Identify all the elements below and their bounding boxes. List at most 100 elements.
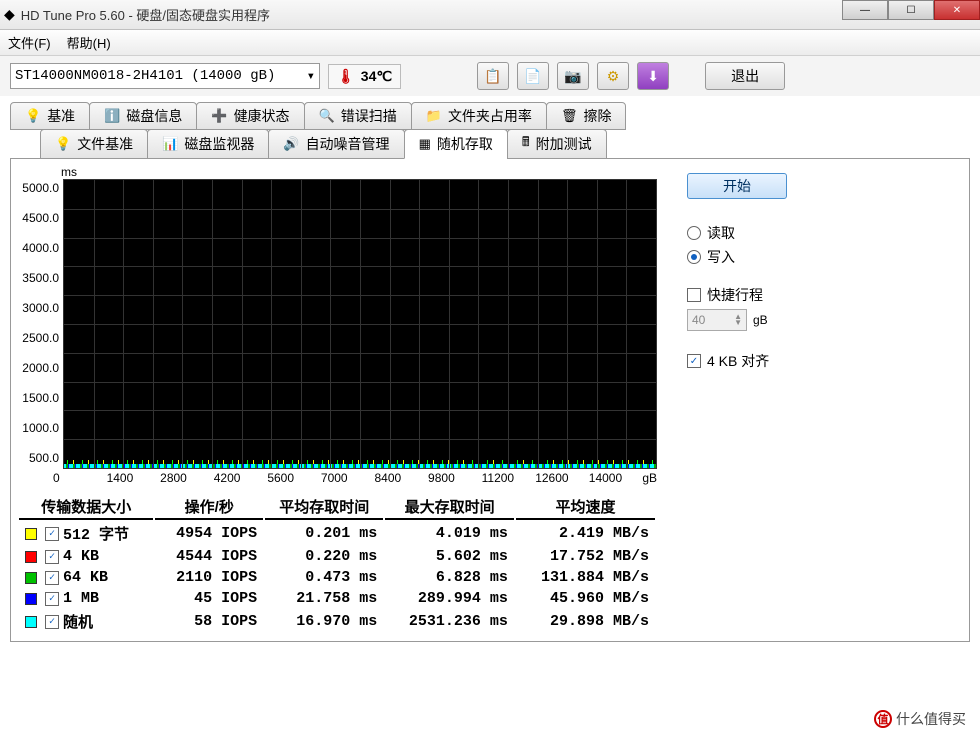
cell-avg: 16.970 ms [265, 610, 383, 633]
spinner-arrows-icon: ▲▼ [734, 314, 742, 326]
cell-max: 2531.236 ms [385, 610, 514, 633]
table-row: ✓4 KB4544 IOPS0.220 ms5.602 ms17.752 MB/… [19, 547, 655, 566]
cell-max: 289.994 ms [385, 589, 514, 608]
table-header: 最大存取时间 [385, 495, 514, 520]
tab-row-1: 💡基准ℹ️磁盘信息➕健康状态🔍错误扫描📁文件夹占用率🗑擦除 [10, 102, 970, 130]
tab-随机存取[interactable]: ▦随机存取 [404, 129, 508, 159]
y-tick: 500.0 [29, 451, 59, 465]
watermark-icon: 值 [874, 710, 892, 728]
drive-select[interactable]: ST14000NM0018-2H4101 (14000 gB) ▾ [10, 63, 320, 89]
tab-label: 附加测试 [536, 134, 592, 154]
tab-健康状态[interactable]: ➕健康状态 [196, 102, 304, 130]
radio-read-label: 读取 [707, 223, 735, 243]
chart-y-axis: 5000.04500.04000.03500.03000.02500.02000… [17, 179, 63, 469]
chart-plot [63, 179, 657, 469]
x-tick: 11200 [482, 471, 536, 485]
tab-磁盘监视器[interactable]: 📊磁盘监视器 [147, 129, 269, 159]
chart-canvas: 5000.04500.04000.03500.03000.02500.02000… [17, 179, 657, 469]
tab-panel-random-access: ms 5000.04500.04000.03500.03000.02500.02… [10, 158, 970, 642]
chart-y-unit: ms [17, 165, 657, 179]
row-label: 64 KB [63, 569, 108, 586]
shortstroke-value-input[interactable]: 40 ▲▼ [687, 309, 747, 331]
table-header: 操作/秒 [155, 495, 263, 520]
tab-label: 随机存取 [437, 134, 493, 154]
tab-附加测试[interactable]: 🖩附加测试 [507, 129, 607, 159]
temperature-value: 34℃ [361, 68, 392, 85]
table-row: ✓随机58 IOPS16.970 ms2531.236 ms29.898 MB/… [19, 610, 655, 633]
row-checkbox[interactable]: ✓ [45, 571, 59, 585]
table-header: 传输数据大小 [19, 495, 153, 520]
row-checkbox[interactable]: ✓ [45, 592, 59, 606]
tab-icon: 📊 [162, 136, 178, 152]
radio-write-label: 写入 [707, 247, 735, 267]
cell-max: 6.828 ms [385, 568, 514, 587]
menu-file[interactable]: 文件(F) [8, 33, 51, 52]
toolbar: ST14000NM0018-2H4101 (14000 gB) ▾ 🌡 34℃ … [0, 56, 980, 96]
x-tick: 4200 [214, 471, 268, 485]
row-checkbox[interactable]: ✓ [45, 615, 59, 629]
maximize-button[interactable]: ☐ [888, 0, 934, 20]
cell-iops: 58 IOPS [155, 610, 263, 633]
cell-avg: 0.473 ms [265, 568, 383, 587]
drive-select-value: ST14000NM0018-2H4101 (14000 gB) [15, 68, 275, 84]
x-tick: 9800 [428, 471, 482, 485]
minimize-button[interactable]: — [842, 0, 888, 20]
table-row: ✓1 MB45 IOPS21.758 ms289.994 ms45.960 MB… [19, 589, 655, 608]
table-header: 平均速度 [516, 495, 655, 520]
tab-文件夹占用率[interactable]: 📁文件夹占用率 [411, 102, 547, 130]
tab-文件基准[interactable]: 💡文件基准 [40, 129, 148, 159]
x-tick: 8400 [374, 471, 428, 485]
tab-icon: 💡 [25, 108, 41, 124]
copy-button[interactable]: 📋 [477, 62, 509, 90]
y-tick: 3000.0 [22, 301, 59, 315]
table-row: ✓64 KB2110 IOPS0.473 ms6.828 ms131.884 M… [19, 568, 655, 587]
menu-help[interactable]: 帮助(H) [67, 33, 111, 52]
tab-icon: 🔊 [283, 136, 299, 152]
tab-错误扫描[interactable]: 🔍错误扫描 [304, 102, 412, 130]
tab-icon: 🔍 [319, 108, 335, 124]
start-button[interactable]: 开始 [687, 173, 787, 199]
color-swatch [25, 593, 37, 605]
tab-擦除[interactable]: 🗑擦除 [546, 102, 627, 130]
x-tick: 14000 [589, 471, 643, 485]
tab-label: 擦除 [583, 106, 611, 126]
y-tick: 3500.0 [22, 271, 59, 285]
shortstroke-label: 快捷行程 [707, 285, 763, 305]
results-table: 传输数据大小操作/秒平均存取时间最大存取时间平均速度 ✓512 字节4954 I… [17, 493, 657, 635]
close-button[interactable]: ✕ [934, 0, 980, 20]
radio-write[interactable]: 写入 [687, 247, 959, 267]
copy-all-button[interactable]: 📄 [517, 62, 549, 90]
thermometer-icon: 🌡 [337, 68, 355, 85]
chevron-down-icon: ▾ [307, 68, 315, 85]
save-button[interactable]: ⬇ [637, 62, 669, 90]
chart-area: ms 5000.04500.04000.03500.03000.02500.02… [17, 165, 657, 635]
y-tick: 5000.0 [22, 181, 59, 195]
tab-磁盘信息[interactable]: ℹ️磁盘信息 [89, 102, 197, 130]
exit-button[interactable]: 退出 [705, 62, 785, 90]
tab-基准[interactable]: 💡基准 [10, 102, 90, 130]
cell-avg: 0.220 ms [265, 547, 383, 566]
checkbox-icon [687, 288, 701, 302]
y-tick: 4500.0 [22, 211, 59, 225]
radio-read[interactable]: 读取 [687, 223, 959, 243]
x-tick: 12600 [535, 471, 589, 485]
y-tick: 1000.0 [22, 421, 59, 435]
x-tick: 5600 [267, 471, 321, 485]
row-checkbox[interactable]: ✓ [45, 550, 59, 564]
settings-button[interactable]: ⚙ [597, 62, 629, 90]
row-checkbox[interactable]: ✓ [45, 527, 59, 541]
checkbox-shortstroke[interactable]: 快捷行程 [687, 285, 959, 305]
tab-自动噪音管理[interactable]: 🔊自动噪音管理 [268, 129, 404, 159]
cell-max: 4.019 ms [385, 522, 514, 545]
cell-iops: 2110 IOPS [155, 568, 263, 587]
radio-icon [687, 226, 701, 240]
color-swatch [25, 572, 37, 584]
cell-avg: 21.758 ms [265, 589, 383, 608]
tab-icon: 💡 [55, 136, 71, 152]
temperature-display: 🌡 34℃ [328, 64, 401, 89]
y-tick: 4000.0 [22, 241, 59, 255]
x-tick: 7000 [321, 471, 375, 485]
screenshot-button[interactable]: 📷 [557, 62, 589, 90]
tab-icon: ➕ [211, 108, 227, 124]
checkbox-4kb-align[interactable]: ✓ 4 KB 对齐 [687, 351, 959, 371]
